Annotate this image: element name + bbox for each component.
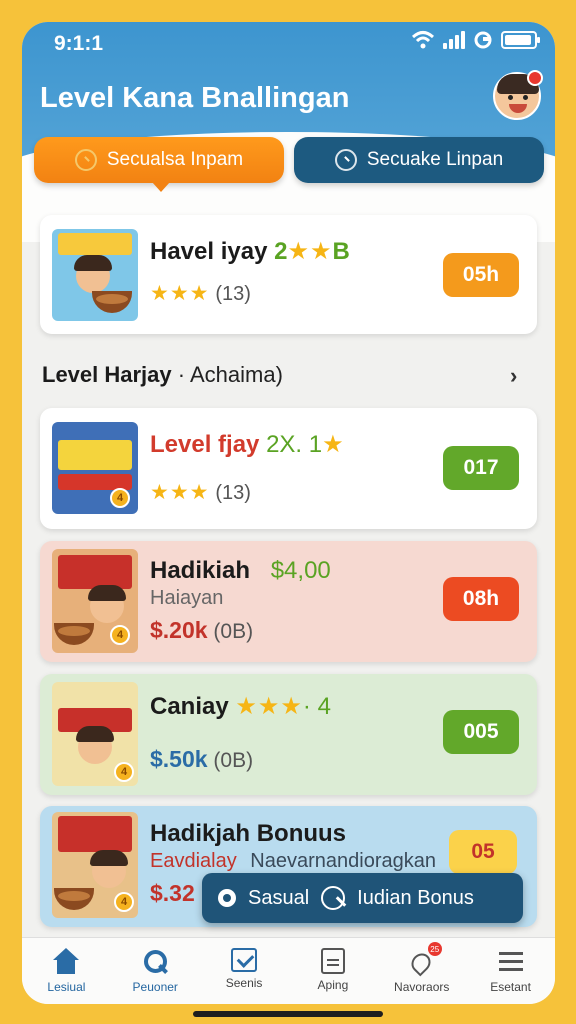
item-title: Level fjay [150, 431, 260, 458]
featured-card[interactable]: Havel iyay 2★★B ★★★ (13) 05h [40, 215, 537, 334]
home-icon [51, 948, 81, 976]
button-label-b: Iudian Bonus [357, 886, 474, 909]
item-rating-row: ★★★ (13) [150, 480, 251, 505]
item-subtitle: Haiayan [150, 587, 224, 609]
item-badge[interactable]: 017 [443, 446, 519, 490]
button-label-a: Sasual [248, 886, 310, 909]
item-amount-row: $.20k (0B) [150, 617, 253, 644]
featured-title-row: Havel iyay 2★★B [150, 237, 350, 266]
phone-screen: 9:1:1 Level Kana Bnallingan Secualsa Inp… [22, 22, 555, 1004]
document-icon [320, 948, 345, 974]
featured-thumbnail [52, 229, 138, 321]
status-bar: 9:1:1 [22, 22, 555, 66]
item-title: Hadikiah [150, 557, 251, 584]
item-thumbnail: 4 [52, 812, 138, 918]
nav-item-navoraors[interactable]: 25 Navoraors [377, 938, 466, 1004]
tab-secualsa-inpam[interactable]: Secualsa Inpam [34, 137, 284, 192]
review-count: (13) [215, 482, 251, 504]
item-subtitle-row: Eavdialay Naevarnandioragkan [150, 850, 436, 873]
nav-item-lesiual[interactable]: Lesiual [22, 938, 111, 1004]
item-rating: ★★★· 4 [235, 693, 331, 720]
tab-label: Secualsa Inpam [106, 149, 244, 170]
item-title-row: Hadikiah $4,00 [150, 557, 331, 585]
sasual-bonus-button[interactable]: Sasual Iudian Bonus [202, 873, 523, 923]
item-rating: 2X. 1★ [266, 431, 345, 458]
list-item[interactable]: 4 Caniay ★★★· 4 $.50k (0B) 005 [40, 674, 537, 795]
item-amount: $.32 [150, 880, 195, 906]
list-item[interactable]: 4 Level fjay 2X. 1★ ★★★ (13) 017 [40, 408, 537, 529]
chevron-right-icon[interactable]: › [510, 363, 530, 388]
item-title-row: Level fjay 2X. 1★ [150, 430, 345, 459]
page-title: Level Kana Bnallingan [40, 82, 350, 114]
nav-badge: 25 [427, 942, 442, 956]
list-item[interactable]: 4 Hadikiah $4,00 Haiayan $.20k (0B) 08h [40, 541, 537, 662]
item-amount: $.50k [150, 746, 208, 772]
record-icon [218, 889, 236, 907]
notification-dot [527, 70, 543, 86]
item-badge[interactable]: 005 [443, 710, 519, 754]
item-amount-note: (0B) [213, 620, 254, 643]
battery-icon [501, 31, 540, 49]
featured-rating: 2★★B [274, 238, 350, 265]
search-icon [140, 948, 170, 976]
search-circle-icon [334, 149, 357, 171]
item-thumbnail: 4 [52, 549, 138, 653]
sync-icon [474, 31, 492, 49]
item-title: Caniay [150, 693, 229, 720]
nav-item-esetant[interactable]: Esetant [466, 938, 555, 1004]
star-rating: ★★★ [150, 481, 210, 504]
cursor-icon [321, 886, 346, 910]
section-title: Level Harjay · Achaima) [42, 362, 283, 387]
menu-icon [496, 948, 526, 976]
home-indicator [193, 1011, 383, 1017]
status-icons [411, 30, 540, 50]
item-thumbnail: 4 [52, 422, 138, 514]
item-badge[interactable]: 05 [449, 830, 517, 874]
tab-label: Secuake Linpan [366, 149, 504, 170]
avatar[interactable] [493, 70, 543, 120]
item-thumbnail: 4 [52, 682, 138, 786]
item-badge[interactable]: 08h [443, 577, 519, 621]
item-subtitle-b: Naevarnandioragkan [250, 850, 436, 872]
checklist-icon [231, 948, 258, 972]
search-circle-icon [74, 149, 97, 171]
item-amount: $.20k [150, 617, 208, 643]
item-subtitle-a: Eavdialay [150, 850, 237, 872]
item-amount-note: (0B) [213, 749, 254, 772]
status-time: 9:1:1 [54, 32, 104, 55]
wifi-icon [411, 31, 435, 49]
bottom-nav: Lesiual Peuoner Seenis Aping 25 Navoraor… [22, 937, 555, 1004]
review-count: (13) [215, 283, 251, 305]
featured-rating-row: ★★★ (13) [150, 281, 251, 306]
item-title: Hadikjah Bonuus [150, 820, 347, 847]
nav-item-peuoner[interactable]: Peuoner [111, 938, 200, 1004]
nav-item-aping[interactable]: Aping [288, 938, 377, 1004]
featured-title: Havel iyay [150, 238, 268, 265]
nav-item-seenis[interactable]: Seenis [200, 938, 289, 1004]
star-rating: ★★★ [150, 282, 210, 305]
signal-icon [443, 31, 465, 49]
item-title-row: Caniay ★★★· 4 [150, 692, 331, 721]
featured-badge[interactable]: 05h [443, 253, 519, 297]
tab-secuake-linpan[interactable]: Secuake Linpan [294, 137, 544, 183]
item-amount-row: $.50k (0B) [150, 746, 253, 773]
item-price: $4,00 [270, 557, 331, 584]
